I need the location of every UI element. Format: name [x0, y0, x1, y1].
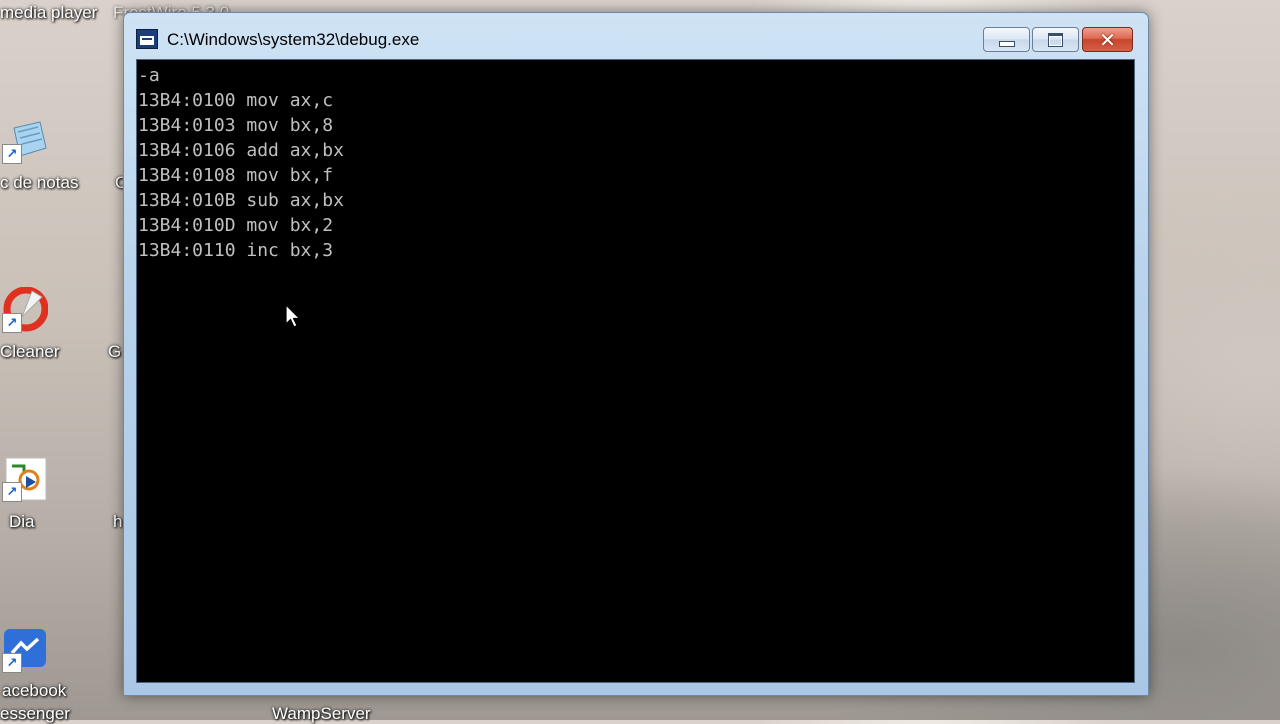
console-line: 13B4:0103 mov bx,8 — [138, 115, 334, 136]
desktop-icon-label-partial-h[interactable]: h — [113, 512, 122, 532]
shortcut-arrow-icon: ↗ — [2, 313, 22, 333]
shortcut-arrow-icon: ↗ — [2, 653, 22, 673]
minimize-button[interactable] — [983, 27, 1030, 52]
window-title: C:\Windows\system32\debug.exe — [167, 30, 420, 49]
notepad-icon[interactable]: ↗ — [2, 118, 48, 164]
desktop-icon-label-messenger-line2[interactable]: essenger — [0, 704, 70, 724]
title-bar[interactable]: C:\Windows\system32\debug.exe ✕ — [124, 13, 1148, 59]
console-line: 13B4:0110 inc bx,3 — [138, 240, 334, 261]
console-line: 13B4:0100 mov ax,c — [138, 90, 334, 111]
close-icon: ✕ — [1099, 27, 1116, 52]
maximize-icon — [1048, 32, 1063, 47]
console-line: 13B4:010D mov bx,2 — [138, 215, 334, 236]
desktop-icon-label-ccleaner[interactable]: Cleaner — [0, 342, 60, 362]
dia-icon[interactable]: ↗ — [2, 456, 48, 502]
desktop-label-wampserver[interactable]: WampServer — [272, 704, 371, 724]
console-line: 13B4:0106 add ax,bx — [138, 140, 344, 161]
console-line: 13B4:010B sub ax,bx — [138, 190, 344, 211]
shortcut-arrow-icon: ↗ — [2, 144, 22, 164]
desktop-icon-label-notepad[interactable]: c de notas — [0, 173, 78, 193]
shortcut-arrow-icon: ↗ — [2, 482, 22, 502]
console-line: -a — [138, 65, 160, 86]
maximize-button[interactable] — [1032, 27, 1079, 52]
mouse-pointer-icon — [285, 304, 301, 330]
desktop-label-media-player[interactable]: media player — [0, 3, 97, 23]
desktop-icon-label-messenger[interactable]: acebook — [2, 681, 66, 701]
debug-window[interactable]: C:\Windows\system32\debug.exe ✕ -a 13B4:… — [123, 12, 1149, 696]
console-line: 13B4:0108 mov bx,f — [138, 165, 334, 186]
desktop-icon-label-dia[interactable]: Dia — [9, 512, 35, 532]
desktop-icon-label-partial-g[interactable]: G — [108, 342, 121, 362]
console-app-icon[interactable] — [136, 29, 158, 49]
ccleaner-icon[interactable]: ↗ — [2, 286, 49, 333]
console-output[interactable]: -a 13B4:0100 mov ax,c 13B4:0103 mov bx,8… — [136, 59, 1135, 683]
minimize-icon — [998, 41, 1015, 47]
messenger-icon[interactable]: ↗ — [2, 627, 48, 673]
close-button[interactable]: ✕ — [1082, 27, 1133, 52]
